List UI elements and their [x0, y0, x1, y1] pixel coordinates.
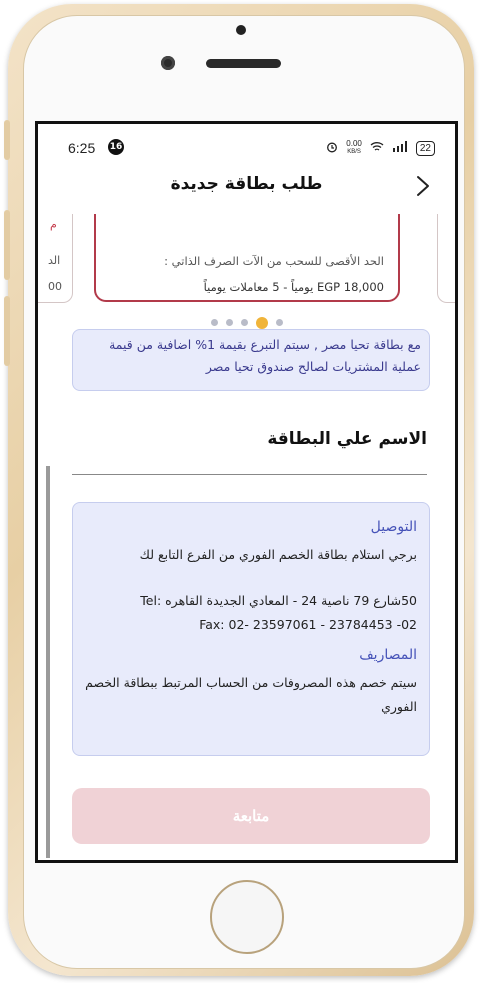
carousel-dot[interactable]: [225, 319, 233, 326]
donation-info-text: مع بطاقة تحيا مصر , سيتم التبرع بقيمة 1%…: [109, 337, 421, 374]
branch-address-line2: 02- 23784453 - Fax: 02- 23597061: [199, 617, 417, 632]
branch-address-line1: 50شارع 79 ناصية 24 - المعادي الجديدة الق…: [140, 593, 417, 608]
app-screen: 6:25 16 0.00 KB/S 22 طلب بطاقة جديدة م ا…: [35, 121, 458, 863]
fees-text: سيتم خصم هذه المصروفات من الحساب المرتبط…: [85, 675, 417, 714]
phone-volume-down: [4, 296, 10, 366]
fees-heading: المصاريف: [359, 647, 417, 663]
status-bar: 6:25 16 0.00 KB/S 22: [38, 124, 455, 168]
card-prev-title: م: [50, 218, 57, 231]
card-name-field-underline[interactable]: [72, 474, 427, 475]
card-prev-value: 00: [48, 280, 62, 293]
status-icons: 0.00 KB/S 22: [326, 140, 435, 156]
card-preview-current[interactable]: الحد الأقصى للسحب من الآت الصرف الذاتي :…: [94, 214, 400, 302]
notification-badge: 16: [108, 139, 124, 155]
delivery-info-box: التوصيل برجي استلام بطاقة الخصم الفوري م…: [72, 502, 430, 756]
scrollbar[interactable]: [46, 466, 50, 858]
withdraw-limit-value: EGP 18,000 يومياً - 5 معاملات يومياً: [203, 280, 384, 294]
back-button[interactable]: [409, 172, 437, 200]
alarm-icon: [326, 141, 338, 156]
card-name-title: الاسم علي البطاقة: [267, 429, 427, 449]
battery-icon: 22: [415, 140, 435, 156]
card-prev-label: الد: [48, 254, 61, 267]
card-preview-previous[interactable]: م الد 00: [38, 214, 73, 303]
wifi-icon: [370, 141, 384, 155]
network-speed: 0.00 KB/S: [346, 139, 362, 156]
home-button[interactable]: [210, 880, 284, 954]
withdraw-limit-label: الحد الأقصى للسحب من الآت الصرف الذاتي :: [164, 254, 384, 268]
status-time: 6:25: [68, 140, 96, 156]
speaker-grille: [206, 59, 281, 68]
donation-info-box: مع بطاقة تحيا مصر , سيتم التبرع بقيمة 1%…: [72, 329, 430, 391]
carousel-dot-active[interactable]: [255, 316, 268, 329]
carousel-dot[interactable]: [240, 319, 248, 326]
phone-side-button: [4, 120, 10, 160]
branch-address: 50شارع 79 ناصية 24 - المعادي الجديدة الق…: [85, 589, 417, 637]
phone-volume-up: [4, 210, 10, 280]
card-carousel[interactable]: م الد 00 الحد الأقصى للسحب من الآت الصرف…: [38, 214, 455, 329]
chevron-right-icon: [417, 176, 429, 196]
page-title: طلب بطاقة جديدة: [170, 174, 323, 194]
delivery-heading: التوصيل: [370, 519, 417, 535]
carousel-dot[interactable]: [275, 319, 283, 326]
card-preview-next[interactable]: [437, 214, 455, 303]
carousel-dot[interactable]: [210, 319, 218, 326]
delivery-text: برجي استلام بطاقة الخصم الفوري من الفرع …: [139, 547, 417, 562]
front-camera-icon: [161, 56, 175, 70]
sensor-icon: [236, 25, 246, 35]
signal-icon: [392, 141, 408, 155]
app-header: طلب بطاقة جديدة: [38, 168, 455, 208]
continue-button[interactable]: متابعة: [72, 788, 430, 844]
